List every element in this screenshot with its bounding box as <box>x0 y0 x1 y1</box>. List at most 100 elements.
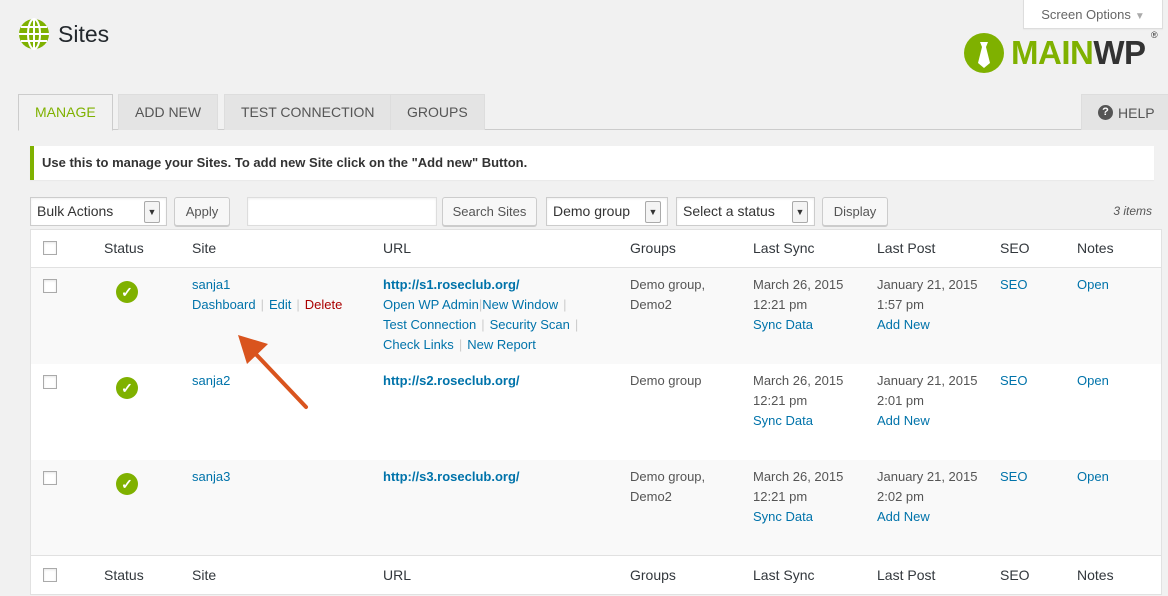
security-scan-link[interactable]: Security Scan <box>490 317 570 332</box>
checkmark-icon: ✓ <box>116 377 138 399</box>
sync-data-link[interactable]: Sync Data <box>753 317 813 332</box>
display-button[interactable]: Display <box>822 197 888 226</box>
group-select-value: Demo group <box>553 203 631 219</box>
last-post-date: January 21, 2015 <box>877 373 978 388</box>
column-last-post[interactable]: Last Post <box>877 567 935 583</box>
notes-open-link[interactable]: Open <box>1077 371 1109 391</box>
tie-icon <box>964 33 1004 73</box>
open-wp-admin-link[interactable]: Open WP Admin <box>383 297 479 312</box>
apply-button[interactable]: Apply <box>174 197 230 226</box>
chevron-down-icon: ▼ <box>144 200 160 223</box>
add-new-post-link[interactable]: Add New <box>877 317 930 332</box>
test-connection-link[interactable]: Test Connection <box>383 317 476 332</box>
site-url-link[interactable]: http://s2.roseclub.org/ <box>383 373 520 388</box>
last-sync-date: March 26, 2015 <box>753 373 844 388</box>
last-sync-time: 12:21 pm <box>753 297 808 312</box>
dashboard-link[interactable]: Dashboard <box>192 297 256 312</box>
tab-bar: MANAGE ADD NEW TEST CONNECTION GROUPS ? H… <box>18 94 1168 131</box>
sync-data-link[interactable]: Sync Data <box>753 509 813 524</box>
last-post-date: January 21, 2015 <box>877 277 978 292</box>
site-name-link[interactable]: sanja3 <box>192 469 230 484</box>
logo-main-text: MAIN <box>1011 34 1094 71</box>
groups-value: Demo group, <box>630 277 706 292</box>
row-checkbox[interactable] <box>43 375 57 389</box>
search-sites-button[interactable]: Search Sites <box>442 197 537 226</box>
tab-test-connection[interactable]: TEST CONNECTION <box>224 94 392 130</box>
row-checkbox[interactable] <box>43 279 57 293</box>
bulk-actions-value: Bulk Actions <box>37 203 114 219</box>
seo-link[interactable]: SEO <box>1000 275 1027 295</box>
search-input[interactable] <box>247 197 437 226</box>
last-post-time: 1:57 pm <box>877 297 924 312</box>
sync-data-link[interactable]: Sync Data <box>753 413 813 428</box>
select-all-checkbox[interactable] <box>43 568 57 582</box>
status-select-value: Select a status <box>683 203 775 219</box>
table-header: Status Site URL Groups Last Sync Last Po… <box>31 230 1161 268</box>
groups-value: Demo2 <box>630 297 672 312</box>
site-name-link[interactable]: sanja1 <box>192 277 230 292</box>
add-new-post-link[interactable]: Add New <box>877 509 930 524</box>
site-name-link[interactable]: sanja2 <box>192 373 230 388</box>
last-post-time: 2:01 pm <box>877 393 924 408</box>
tab-add-new[interactable]: ADD NEW <box>118 94 219 130</box>
column-groups[interactable]: Groups <box>630 240 676 256</box>
screen-options-button[interactable]: Screen Options ▼ <box>1023 0 1163 29</box>
status-select[interactable]: Select a status ▼ <box>676 197 815 226</box>
notes-open-link[interactable]: Open <box>1077 275 1109 295</box>
column-last-sync[interactable]: Last Sync <box>753 240 814 256</box>
screen-options-label: Screen Options <box>1041 7 1131 22</box>
help-icon: ? <box>1098 105 1113 120</box>
chevron-down-icon: ▼ <box>792 200 808 223</box>
help-label: HELP <box>1118 104 1155 121</box>
bulk-actions-select[interactable]: Bulk Actions ▼ <box>30 197 167 226</box>
column-last-post[interactable]: Last Post <box>877 240 935 256</box>
site-url-link[interactable]: http://s3.roseclub.org/ <box>383 469 520 484</box>
seo-link[interactable]: SEO <box>1000 371 1027 391</box>
row-checkbox[interactable] <box>43 471 57 485</box>
caret-down-icon: ▼ <box>1134 11 1145 22</box>
last-sync-time: 12:21 pm <box>753 489 808 504</box>
last-post-time: 2:02 pm <box>877 489 924 504</box>
chevron-down-icon: ▼ <box>645 200 661 223</box>
checkmark-icon: ✓ <box>116 281 138 303</box>
notes-open-link[interactable]: Open <box>1077 467 1109 487</box>
logo-wp-text: WP <box>1093 34 1146 71</box>
groups-value: Demo group, <box>630 469 706 484</box>
tab-groups[interactable]: GROUPS <box>390 94 485 130</box>
globe-icon <box>19 18 49 50</box>
tab-manage[interactable]: MANAGE <box>18 94 113 131</box>
seo-link[interactable]: SEO <box>1000 467 1027 487</box>
column-last-sync[interactable]: Last Sync <box>753 567 814 583</box>
page-header: Sites <box>18 18 109 50</box>
select-all-checkbox[interactable] <box>43 241 57 255</box>
column-status[interactable]: Status <box>104 240 144 256</box>
new-report-link[interactable]: New Report <box>467 337 536 352</box>
column-groups[interactable]: Groups <box>630 567 676 583</box>
new-window-link[interactable]: New Window <box>482 297 558 312</box>
add-new-post-link[interactable]: Add New <box>877 413 930 428</box>
column-status[interactable]: Status <box>104 567 144 583</box>
column-notes[interactable]: Notes <box>1077 240 1114 256</box>
site-url-link[interactable]: http://s1.roseclub.org/ <box>383 277 520 292</box>
column-url[interactable]: URL <box>383 240 411 256</box>
group-select[interactable]: Demo group ▼ <box>546 197 668 226</box>
table-row: ✓ sanja2 http://s2.roseclub.org/ Demo gr… <box>31 364 1161 460</box>
column-site[interactable]: Site <box>192 240 216 256</box>
column-site[interactable]: Site <box>192 567 216 583</box>
sites-table: Status Site URL Groups Last Sync Last Po… <box>30 229 1162 595</box>
column-notes[interactable]: Notes <box>1077 567 1114 583</box>
column-seo[interactable]: SEO <box>1000 240 1030 256</box>
tab-help[interactable]: ? HELP <box>1081 94 1168 130</box>
edit-link[interactable]: Edit <box>269 297 291 312</box>
groups-value: Demo2 <box>630 489 672 504</box>
check-links-link[interactable]: Check Links <box>383 337 454 352</box>
table-footer: Status Site URL Groups Last Sync Last Po… <box>31 555 1161 596</box>
checkmark-icon: ✓ <box>116 473 138 495</box>
last-sync-date: March 26, 2015 <box>753 277 844 292</box>
info-notice: Use this to manage your Sites. To add ne… <box>30 146 1154 180</box>
column-url[interactable]: URL <box>383 567 411 583</box>
column-seo[interactable]: SEO <box>1000 567 1030 583</box>
mainwp-logo: MAINWP ® <box>963 30 1158 74</box>
page-title: Sites <box>58 20 110 47</box>
delete-link[interactable]: Delete <box>305 297 343 312</box>
